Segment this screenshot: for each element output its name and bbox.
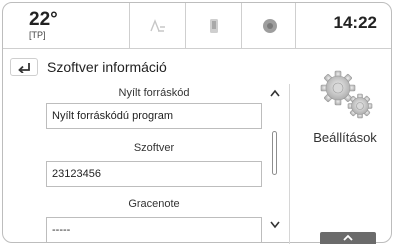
temperature: 22° (29, 9, 58, 30)
radio-button[interactable] (130, 3, 186, 48)
section-label-software: Szoftver (133, 142, 175, 154)
page-title: Szoftver információ (47, 59, 167, 75)
phone-button[interactable] (186, 3, 242, 48)
info-list[interactable]: Nyílt forráskód Nyílt forráskódú program… (40, 83, 290, 243)
phone-icon (209, 18, 218, 33)
temperature-sub: [TP] (29, 30, 46, 40)
field-gracenote[interactable]: ----- (46, 217, 262, 243)
section-label-gracenote: Gracenote (128, 198, 180, 210)
connected-button[interactable] (242, 3, 298, 48)
divider (289, 84, 290, 244)
status-bar: 22° [TP] 14:22 (3, 3, 391, 49)
temperature-area[interactable]: 22° [TP] (3, 3, 130, 48)
scroll-down-icon[interactable] (269, 220, 281, 230)
settings-label: Beállítások (313, 130, 377, 145)
section-label-open-source: Nyílt forráskód (118, 87, 190, 99)
expand-button[interactable] (320, 232, 376, 244)
gears-icon (320, 70, 373, 119)
clock: 14:22 (333, 13, 377, 32)
scroll-up-icon[interactable] (269, 88, 281, 98)
chevron-up-icon (343, 234, 353, 241)
field-software[interactable]: 23123456 (46, 161, 262, 187)
back-button[interactable] (10, 58, 38, 76)
scrollbar-thumb[interactable] (272, 131, 277, 175)
field-open-source[interactable]: Nyílt forráskódú program (46, 103, 262, 129)
connected-icon (263, 18, 277, 33)
clock-area: 14:22 (295, 3, 391, 48)
back-icon (18, 63, 30, 73)
radio-icon (149, 18, 165, 32)
settings-button[interactable]: Beállítások (305, 64, 385, 164)
